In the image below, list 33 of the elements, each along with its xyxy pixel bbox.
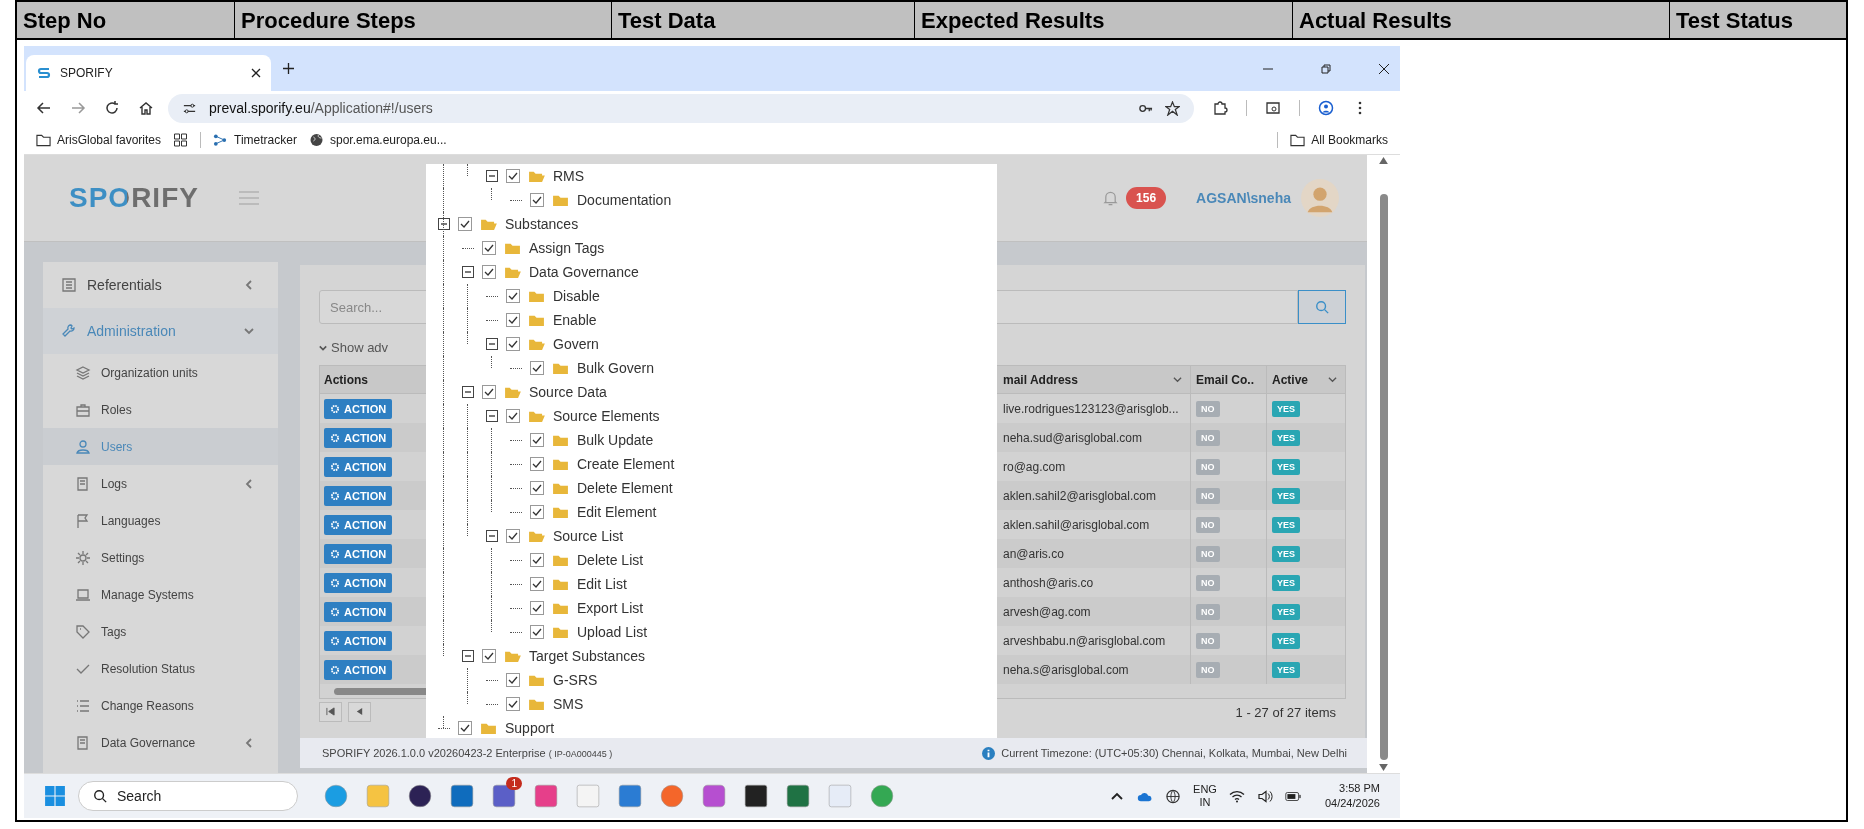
status-badge: NO	[1196, 574, 1220, 591]
table-header-cell: Step No	[17, 2, 235, 38]
status-badge: YES	[1272, 603, 1300, 620]
status-badge: NO	[1196, 603, 1220, 620]
status-badge: YES	[1272, 487, 1300, 504]
table-header-cell: Actual Results	[1293, 2, 1670, 38]
status-badge: YES	[1272, 400, 1300, 417]
table-header-cell: Test Data	[612, 2, 915, 38]
status-badge: NO	[1196, 632, 1220, 649]
notification-badge: 1	[506, 777, 522, 790]
table-header-cell: Procedure Steps	[235, 2, 612, 38]
status-badge: NO	[1196, 516, 1220, 533]
timezone-text: Current Timezone: (UTC+05:30) Chennai, Kolkata, Mumbai, New Delhi	[1001, 747, 1347, 759]
status-badge: YES	[1272, 661, 1300, 678]
version-text: SPORIFY 2026.1.0.0 v20260423-2 Enterprise ( IP-0A000445 )	[322, 747, 613, 759]
status-badge: NO	[1196, 429, 1220, 446]
status-badge: YES	[1272, 458, 1300, 475]
status-badge: NO	[1196, 661, 1220, 678]
status-badge: NO	[1196, 487, 1220, 504]
url-text: preval.sporify.eu/Application#!/users	[209, 100, 433, 116]
status-badge: YES	[1272, 632, 1300, 649]
status-badge: NO	[1196, 400, 1220, 417]
status-badge: YES	[1272, 429, 1300, 446]
tab-title: SPORIFY	[60, 66, 114, 80]
notification-badge: 156	[1126, 187, 1167, 209]
status-badge: YES	[1272, 574, 1300, 591]
status-badge: NO	[1196, 458, 1220, 475]
pagination-info: 1 - 27 of 27 items	[1235, 704, 1337, 720]
table-header-cell-text: Test Status	[1675, 7, 1794, 35]
table-header-cell: Expected Results	[915, 2, 1293, 38]
status-badge: YES	[1272, 545, 1300, 562]
status-badge: NO	[1196, 545, 1220, 562]
status-badge: YES	[1272, 516, 1300, 533]
